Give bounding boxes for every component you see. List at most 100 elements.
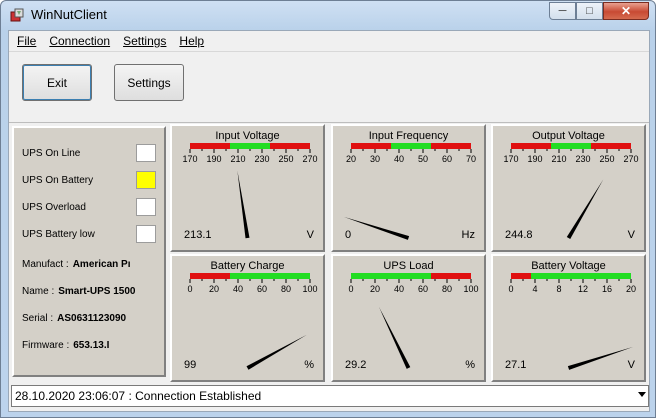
gauge-output-voltage: Output Voltage 170 190 210 230 250 270 244.8 V [491,124,646,252]
maximize-button[interactable]: □ [576,2,603,20]
gauge-tick-label: 250 [599,154,614,164]
gauge-tick-label: 80 [442,284,452,294]
gauge-tick-label: 20 [370,284,380,294]
gauge-tick-label: 190 [527,154,542,164]
gauge-scale-band [210,273,230,279]
gauge-tick-label: 210 [551,154,566,164]
gauge-tick-label: 8 [556,284,561,294]
gauge-tick-label: 30 [370,154,380,164]
status-label-overload: UPS Overload [22,202,86,213]
gauge-tick-label: 80 [281,284,291,294]
status-indicator-online [136,144,156,162]
menu-help-label: Help [179,34,205,48]
gauge-value: 27.1 [505,359,526,371]
menu-settings-label: Settings [123,34,167,48]
menu-help[interactable]: Help [173,31,211,51]
gauge-title: Input Frequency [369,130,449,142]
info-firmware: Firmware :653.13.I [22,340,162,351]
info-manufacturer: Manufact : American Pı [22,259,162,270]
exit-button[interactable]: Exit [22,64,92,101]
gauge-battery-voltage: Battery Voltage 0 4 8 12 16 20 27.1 V [491,254,646,382]
gauge-needle [237,170,250,239]
gauge-needle [567,346,634,370]
chevron-down-icon[interactable] [638,392,646,397]
gauge-tick-label: 20 [209,284,219,294]
status-row-overload: UPS Overload [22,198,162,218]
gauge-scale-band [591,273,611,279]
status-bar: 28.10.2020 23:06:07 : Connection Establi… [9,382,649,410]
gauge-tick-label: 210 [230,154,245,164]
status-label-battery-low: UPS Battery low [22,229,95,240]
gauge-scale-band [371,143,391,149]
gauge-tick-label: 50 [418,154,428,164]
menu-connection[interactable]: Connection [43,31,117,51]
gauge-tick-label: 0 [508,284,513,294]
status-row-battery-low: UPS Battery low [22,225,162,245]
gauge-value: 29.2 [345,359,366,371]
status-label-on-battery: UPS On Battery [22,175,94,186]
gauge-tick-label: 230 [254,154,269,164]
gauge-scale-band [411,143,431,149]
close-button[interactable]: ✕ [603,2,649,20]
gauge-tick-label: 40 [233,284,243,294]
gauge-svg: Input Frequency 20 30 40 50 60 70 0 Hz [343,130,476,241]
menu-settings[interactable]: Settings [117,31,173,51]
gauge-needle [378,306,411,369]
gauge-svg: Battery Charge 0 20 40 60 80 100 99% [184,260,318,371]
gauge-unit: V [628,359,636,371]
gauge-tick-label: 20 [626,284,636,294]
status-label-online: UPS On Line [22,148,81,159]
client-area: File Connection Settings Help Exit Setti… [8,30,650,412]
gauge-scale-band [290,273,310,279]
gauge-scale-band [431,143,451,149]
gauge-input-voltage: Input Voltage 170 190 210 230 250 270 213.1 V [170,124,325,252]
gauge-unit: % [465,359,475,371]
toolbar: Exit Settings [9,51,649,123]
gauge-unit: Hz [462,229,475,241]
gauge-scale-band [511,273,531,279]
minimize-button[interactable]: ─ [549,2,576,20]
gauge-tick-label: 170 [182,154,197,164]
gauge-scale-band [551,273,571,279]
gauge-scale-band [511,143,531,149]
info-firmware-label: Firmware : [22,340,70,351]
app-window: WinNutClient ─ □ ✕ File Connection Setti… [0,0,656,418]
gauge-scale-band [210,143,230,149]
gauge-scale-band [531,143,551,149]
info-serial: Serial : AS0631123090 [22,313,162,324]
gauge-tick-label: 270 [623,154,638,164]
gauge-input-frequency: Input Frequency 20 30 40 50 60 70 0 Hz [331,124,486,252]
status-row-online: UPS On Line [22,144,162,164]
gauge-value: 213.1 [184,229,212,241]
gauge-scale-band [230,273,250,279]
gauge-ups-load: UPS Load 0 20 40 60 80 100 29.2% [331,254,486,382]
gauge-tick-label: 40 [394,154,404,164]
gauge-scale-band [551,143,571,149]
gauge-needle [566,179,604,240]
status-log-combo[interactable]: 28.10.2020 23:06:07 : Connection Establi… [11,385,649,407]
settings-button[interactable]: Settings [114,64,184,101]
menu-file[interactable]: File [11,31,43,51]
gauge-scale-band [571,143,591,149]
gauge-tick-label: 0 [187,284,192,294]
info-serial-value: AS0631123090 [57,313,127,324]
gauge-scale-band [451,273,471,279]
gauge-svg: Battery Voltage 0 4 8 12 16 20 27.1 V [505,260,636,371]
gauge-scale-band [190,273,210,279]
gauge-title: Battery Voltage [531,260,606,272]
gauge-svg: Output Voltage 170 190 210 230 250 270 244.8 V [503,130,638,241]
gauge-scale-band [571,273,591,279]
gauge-scale-band [391,143,411,149]
gauge-scale-band [591,143,611,149]
gauge-tick-label: 16 [602,284,612,294]
gauge-tick-label: 250 [278,154,293,164]
minimize-icon: ─ [558,5,567,17]
gauge-tick-label: 4 [532,284,537,294]
gauge-scale-band [250,143,270,149]
gauge-battery-charge: Battery Charge 0 20 40 60 80 100 99% [170,254,325,382]
ups-status-panel: UPS On Line UPS On Battery UPS Overload … [12,126,166,377]
status-indicator-overload [136,198,156,216]
title-bar[interactable]: WinNutClient ─ □ ✕ [1,1,655,29]
gauge-tick-label: 100 [302,284,317,294]
gauge-tick-label: 20 [346,154,356,164]
